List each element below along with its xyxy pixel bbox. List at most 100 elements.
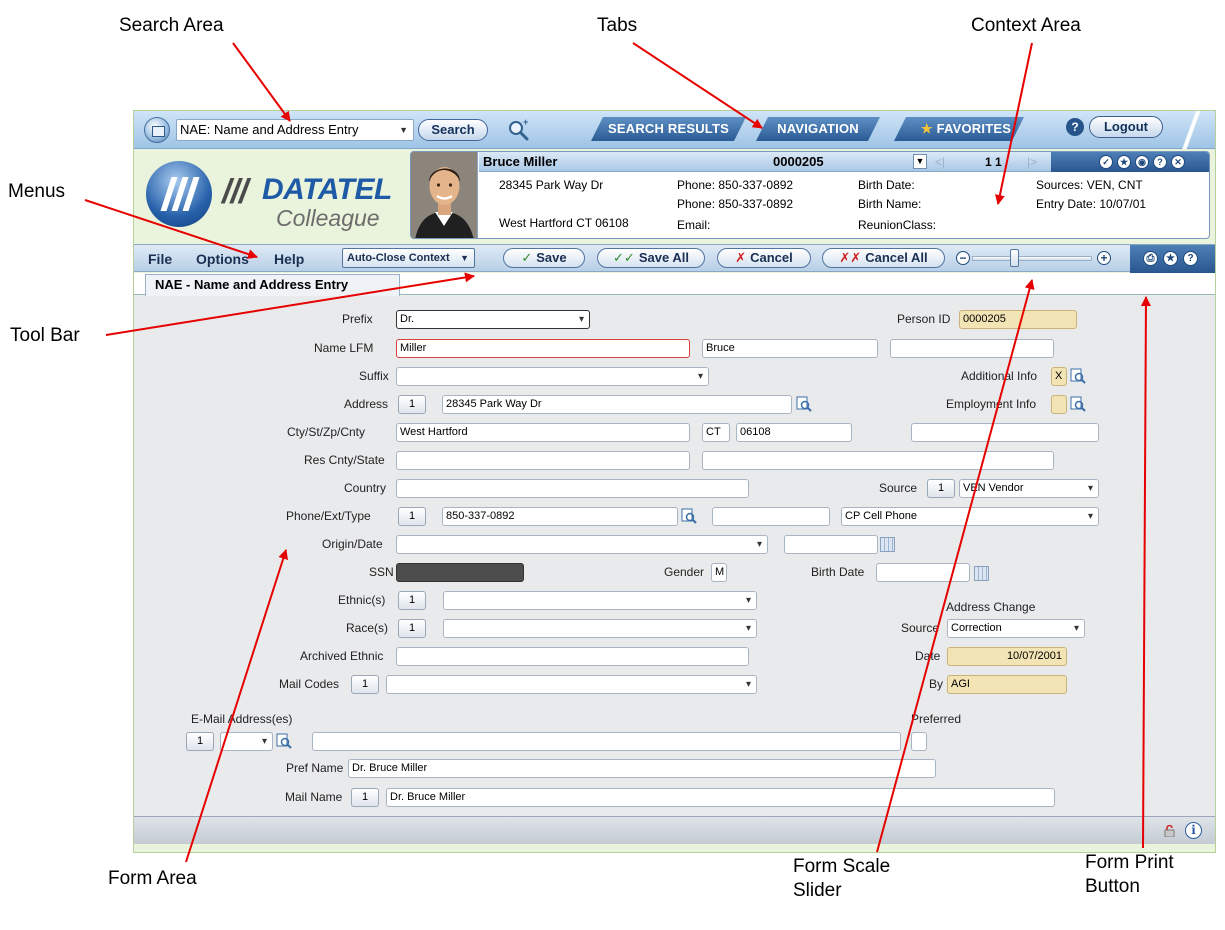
suffix-select[interactable] — [396, 367, 709, 386]
additional-info-lookup-icon[interactable] — [1070, 368, 1086, 384]
form-scale-slider-thumb[interactable] — [1010, 249, 1019, 267]
source-select[interactable]: VEN Vendor — [959, 479, 1099, 498]
phone-count-button[interactable]: 1 — [398, 507, 426, 526]
context-close-icon[interactable]: ✕ — [1171, 155, 1185, 169]
tab-favorites[interactable]: ★ FAVORITES — [894, 117, 1024, 141]
context-help-icon[interactable]: ? — [1153, 155, 1167, 169]
first-name-field[interactable]: Bruce — [702, 339, 878, 358]
tab-navigation[interactable]: NAVIGATION — [756, 117, 880, 141]
cancel-all-button[interactable]: ✗✗ Cancel All — [822, 248, 945, 268]
phone-ext-field[interactable] — [712, 507, 830, 526]
form-scale-slider[interactable] — [972, 256, 1092, 261]
city-field[interactable]: West Hartford — [396, 423, 690, 442]
logo-globe-icon — [146, 161, 212, 227]
search-form-select[interactable]: NAE: Name and Address Entry ▼ — [176, 119, 414, 141]
mail-codes-count-button[interactable]: 1 — [351, 675, 379, 694]
context-print-icon[interactable]: ◉ — [1135, 155, 1149, 169]
scale-plus-icon[interactable]: + — [1097, 251, 1111, 265]
email-count-button[interactable]: 1 — [186, 732, 214, 751]
top-bar: NAE: Name and Address Entry ▼ Search + S… — [134, 111, 1215, 149]
menu-file[interactable]: File — [148, 251, 172, 267]
mail-name-label: Mail Name — [285, 790, 343, 804]
callout-form-print-button: Form Print Button — [1085, 851, 1174, 899]
pref-name-field[interactable]: Dr. Bruce Miller — [348, 759, 936, 778]
form-print-icon[interactable]: ⎙ — [1143, 251, 1158, 266]
context-next-icon[interactable]: |> — [1027, 155, 1037, 169]
ethnic-count-button[interactable]: 1 — [398, 591, 426, 610]
gender-field[interactable]: M — [711, 563, 727, 582]
ethnic-select[interactable] — [443, 591, 757, 610]
colleague-app-window: NAE: Name and Address Entry ▼ Search + S… — [133, 110, 1216, 853]
email-lookup-icon[interactable] — [276, 733, 292, 749]
email-preferred-field[interactable] — [911, 732, 927, 751]
middle-name-field[interactable] — [890, 339, 1054, 358]
logout-button[interactable]: Logout — [1089, 116, 1163, 138]
mail-codes-label: Mail Codes — [279, 677, 340, 691]
last-name-field[interactable]: Miller — [396, 339, 690, 358]
person-id-label: Person ID — [897, 312, 951, 326]
auto-close-context-select[interactable]: Auto-Close Context ▼ — [342, 248, 475, 268]
origin-select[interactable] — [396, 535, 768, 554]
menu-help[interactable]: Help — [274, 251, 304, 267]
info-icon[interactable]: i — [1185, 822, 1202, 839]
mail-codes-select[interactable] — [386, 675, 757, 694]
search-button[interactable]: Search — [418, 119, 488, 141]
email-field[interactable] — [312, 732, 901, 751]
save-all-button[interactable]: ✓✓ Save All — [597, 248, 705, 268]
employment-info-field[interactable] — [1051, 395, 1067, 414]
context-favorite-icon[interactable]: ★ — [1117, 155, 1131, 169]
race-select[interactable] — [443, 619, 757, 638]
form-help-icon[interactable]: ? — [1183, 251, 1198, 266]
help-icon[interactable]: ? — [1066, 118, 1084, 136]
address-change-source-label: Source — [901, 621, 940, 635]
origin-date-label: Origin/Date — [322, 537, 383, 551]
res-state-field[interactable] — [702, 451, 1054, 470]
source-count-button[interactable]: 1 — [927, 479, 955, 498]
tab-search-results[interactable]: SEARCH RESULTS — [591, 117, 746, 141]
additional-info-field[interactable]: X — [1051, 367, 1067, 386]
save-button[interactable]: ✓ Save — [503, 248, 585, 268]
advanced-search-icon[interactable]: + — [506, 117, 532, 143]
zip-field[interactable]: 06108 — [736, 423, 852, 442]
origin-date-field[interactable] — [784, 535, 878, 554]
address-count-button[interactable]: 1 — [398, 395, 426, 414]
mail-name-field[interactable]: Dr. Bruce Miller — [386, 788, 1055, 807]
birth-date-field[interactable] — [876, 563, 970, 582]
country-field[interactable] — [396, 479, 749, 498]
res-county-field[interactable] — [396, 451, 690, 470]
archived-ethnic-field[interactable] — [396, 647, 749, 666]
tab-nae-form[interactable]: NAE - Name and Address Entry — [145, 274, 400, 296]
prefix-select[interactable]: Dr. — [396, 310, 590, 329]
form-action-icon-strip: ⎙ ★ ? — [1130, 245, 1215, 273]
employment-info-lookup-icon[interactable] — [1070, 396, 1086, 412]
mail-name-count-button[interactable]: 1 — [351, 788, 379, 807]
email-type-select[interactable] — [220, 732, 273, 751]
county-field[interactable] — [911, 423, 1099, 442]
phone-type-select[interactable]: CP Cell Phone — [841, 507, 1099, 526]
callout-tool-bar: Tool Bar — [10, 325, 80, 346]
app-menu-icon[interactable] — [144, 117, 170, 143]
lock-icon[interactable] — [1164, 825, 1175, 837]
form-favorite-icon[interactable]: ★ — [1163, 251, 1178, 266]
scale-minus-icon[interactable]: − — [956, 251, 970, 265]
address-change-source-select[interactable]: Correction — [947, 619, 1085, 638]
race-count-button[interactable]: 1 — [398, 619, 426, 638]
phone-field[interactable]: 850-337-0892 — [442, 507, 678, 526]
context-dropdown-chevron-icon[interactable]: ▼ — [913, 154, 927, 169]
ssn-field[interactable] — [396, 563, 524, 582]
archived-ethnic-label: Archived Ethnic — [300, 649, 384, 663]
auto-close-context-label: Auto-Close Context — [347, 252, 450, 264]
menu-options[interactable]: Options — [196, 251, 249, 267]
context-mark-icon[interactable]: ✓ — [1099, 155, 1113, 169]
birth-date-calendar-icon[interactable] — [974, 566, 989, 581]
context-prev-icon[interactable]: <| — [935, 155, 945, 169]
state-field[interactable]: CT — [702, 423, 730, 442]
source-label: Source — [879, 481, 918, 495]
address-lookup-icon[interactable] — [796, 396, 812, 412]
context-reunion-class: ReunionClass: — [858, 218, 937, 232]
cancel-button[interactable]: ✗ Cancel — [717, 248, 811, 268]
origin-date-calendar-icon[interactable] — [880, 537, 895, 552]
logo-product: Colleague — [276, 205, 380, 231]
address-field[interactable]: 28345 Park Way Dr — [442, 395, 792, 414]
phone-lookup-icon[interactable] — [681, 508, 697, 524]
